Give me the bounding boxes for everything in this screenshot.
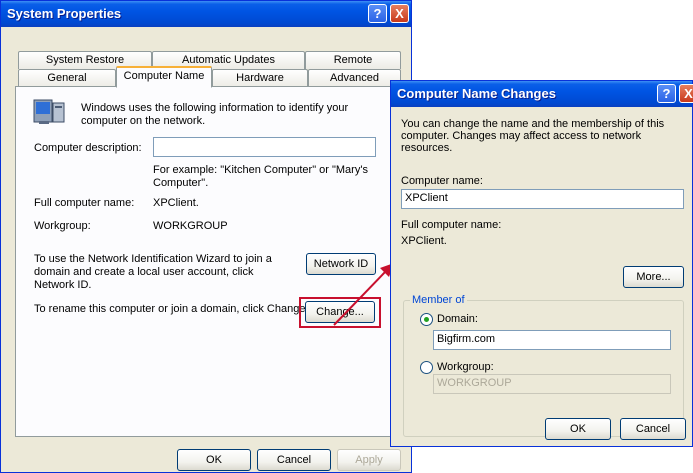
dialog-intro-text: You can change the name and the membersh… — [401, 118, 665, 154]
computer-name-input[interactable]: XPClient — [401, 189, 684, 209]
computer-description-label: Computer description: — [34, 142, 142, 154]
tab-hardware[interactable]: Hardware — [212, 69, 308, 87]
system-properties-window: System Properties ? X System Restore Aut… — [0, 0, 412, 473]
system-properties-titlebar[interactable]: System Properties — [1, 1, 411, 27]
network-wizard-text: To use the Network Identification Wizard… — [34, 253, 272, 291]
tab-computer-name[interactable]: Computer Name — [116, 66, 212, 88]
workgroup-input: WORKGROUP — [433, 374, 671, 394]
dialog-close-button[interactable]: X — [679, 84, 693, 103]
close-button[interactable]: X — [390, 4, 409, 23]
computer-name-changes-dialog: Computer Name Changes ? X You can change… — [390, 80, 693, 447]
workgroup-radio[interactable] — [420, 361, 433, 374]
dialog-help-button[interactable]: ? — [657, 84, 676, 103]
workgroup-label: Workgroup: — [34, 220, 91, 232]
member-of-label: Member of — [410, 294, 467, 306]
window-title: System Properties — [7, 6, 122, 21]
cancel-button[interactable]: Cancel — [257, 449, 331, 471]
computer-icon — [33, 99, 65, 125]
domain-radio[interactable] — [420, 313, 433, 326]
help-button[interactable]: ? — [368, 4, 387, 23]
workgroup-value: WORKGROUP — [153, 220, 228, 232]
dialog-ok-button[interactable]: OK — [545, 418, 611, 440]
domain-input[interactable]: Bigfirm.com — [433, 330, 671, 350]
full-computer-name-value: XPClient. — [153, 197, 199, 209]
domain-radio-dot — [424, 317, 429, 322]
rename-text: To rename this computer or join a domain… — [34, 303, 309, 315]
dialog-full-name-value: XPClient. — [401, 235, 447, 247]
workgroup-radio-label[interactable]: Workgroup: — [437, 361, 494, 373]
domain-radio-label[interactable]: Domain: — [437, 313, 478, 325]
tab-general[interactable]: General — [18, 69, 116, 87]
computer-description-input[interactable] — [153, 137, 376, 157]
ok-button[interactable]: OK — [177, 449, 251, 471]
dialog-cancel-button[interactable]: Cancel — [620, 418, 686, 440]
apply-button: Apply — [337, 449, 401, 471]
tab-advanced[interactable]: Advanced — [308, 69, 401, 87]
description-example-text: For example: "Kitchen Computer" or "Mary… — [153, 164, 368, 189]
full-computer-name-label: Full computer name: — [34, 197, 135, 209]
computer-name-changes-titlebar[interactable]: Computer Name Changes — [391, 81, 692, 107]
dialog-title: Computer Name Changes — [397, 86, 556, 101]
intro-text: Windows uses the following information t… — [81, 102, 349, 127]
more-button[interactable]: More... — [623, 266, 684, 288]
dialog-full-name-label: Full computer name: — [401, 219, 502, 231]
computer-name-label: Computer name: — [401, 175, 483, 187]
tab-remote[interactable]: Remote — [305, 51, 401, 69]
